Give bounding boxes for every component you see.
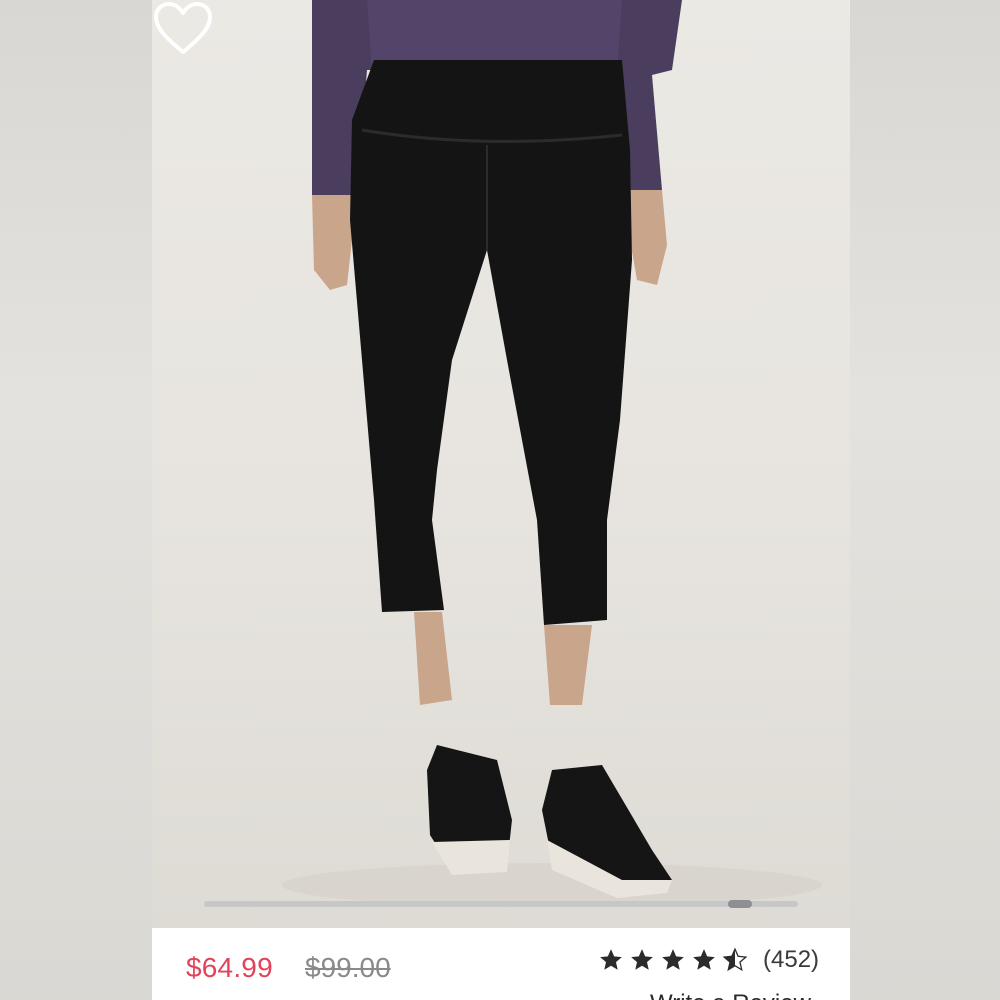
left-blurred-backdrop — [0, 0, 152, 1000]
star-full-icon — [600, 949, 622, 970]
star-full-icon — [662, 949, 684, 970]
product-info-bar: $64.99 $99.00 (452) Write a Review — [152, 928, 850, 1000]
gallery-scrollbar[interactable] — [204, 900, 798, 908]
right-blurred-backdrop — [850, 0, 1000, 1000]
write-review-link[interactable]: Write a Review — [650, 990, 811, 1000]
sale-price: $64.99 — [186, 952, 273, 983]
product-photo-illustration — [282, 0, 822, 907]
star-half-icon — [722, 947, 748, 972]
rating-stars[interactable]: (452) — [598, 946, 819, 974]
gallery-scroll-thumb[interactable] — [728, 900, 752, 908]
original-price: $99.00 — [305, 952, 391, 983]
product-image[interactable] — [152, 0, 850, 928]
wishlist-heart-icon[interactable] — [152, 0, 214, 58]
star-full-icon — [693, 949, 715, 970]
review-count[interactable]: (452) — [763, 946, 819, 974]
star-full-icon — [631, 949, 653, 970]
